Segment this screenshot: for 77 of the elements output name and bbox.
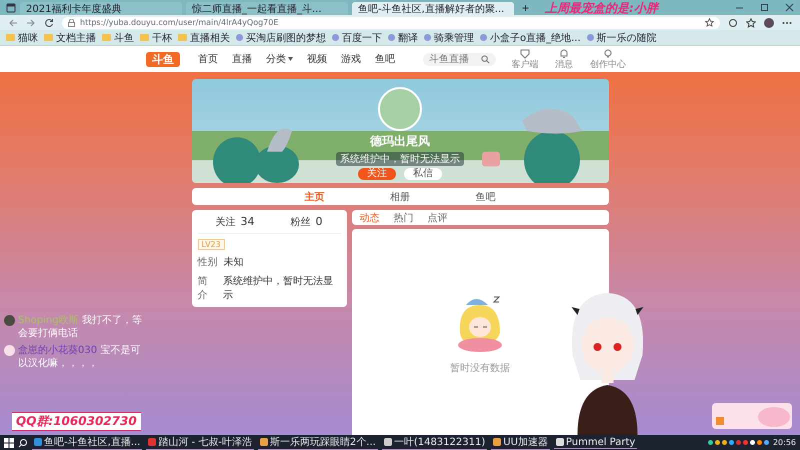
bookmark[interactable]: 买淘店刷图的梦想 bbox=[236, 30, 326, 44]
overlay-caption: 上周最宠盒的是:小胖 bbox=[545, 0, 658, 17]
tray-icons-drawing[interactable] bbox=[708, 440, 769, 445]
bookmark[interactable]: 直播相关 bbox=[178, 30, 230, 44]
profile-avatar bbox=[378, 87, 422, 131]
taskbar-item[interactable]: 鱼吧-斗鱼社区,直播... bbox=[32, 435, 142, 450]
clock: 20:56 bbox=[772, 438, 796, 447]
bookmark[interactable]: 干杯 bbox=[140, 30, 172, 44]
maximize-icon[interactable] bbox=[760, 3, 769, 12]
search-icon[interactable] bbox=[18, 438, 28, 448]
taskbar-item[interactable]: 一叶(1483122311) bbox=[382, 435, 488, 450]
browser-tab[interactable]: 鱼吧-斗鱼社区,直播解好者的聚... bbox=[352, 2, 514, 15]
chat-message: Shoping欧斯 我打不了，等会要打俩电话 bbox=[18, 314, 143, 340]
more-icon[interactable] bbox=[782, 20, 792, 24]
info-value: 未知 bbox=[224, 256, 244, 269]
bookmark[interactable]: 翻译 bbox=[388, 30, 418, 44]
forward-icon[interactable] bbox=[26, 18, 36, 28]
nav-link[interactable]: 视频 bbox=[307, 52, 327, 66]
lock-icon bbox=[68, 18, 75, 26]
profile-tab[interactable]: 相册 bbox=[390, 190, 410, 204]
info-label: 简介 bbox=[198, 275, 208, 302]
bookmark[interactable]: 骑乘管理 bbox=[424, 30, 474, 44]
tab-actions-icon[interactable] bbox=[6, 2, 16, 12]
bookmark[interactable]: 猫咪 bbox=[6, 30, 38, 44]
nav-link[interactable]: 直播 bbox=[232, 52, 252, 66]
nav-icon-label[interactable]: 消息 bbox=[555, 60, 573, 69]
taskbar-item[interactable]: 斯一乐两玩踩眼睛2个... bbox=[258, 435, 378, 450]
message-button[interactable]: 私信 bbox=[404, 168, 442, 180]
profile-bio: 系统维护中，暂时无法显示 bbox=[336, 152, 464, 166]
bookmark[interactable]: 斗鱼 bbox=[102, 30, 134, 44]
circle-icon[interactable] bbox=[728, 18, 738, 28]
chat-avatar bbox=[4, 315, 15, 326]
empty-message: 暂时没有数据 bbox=[450, 362, 510, 375]
chat-avatar bbox=[4, 345, 15, 356]
reload-icon[interactable] bbox=[44, 18, 54, 28]
windows-start-icon[interactable] bbox=[4, 438, 14, 448]
address-field[interactable]: https://yuba.douyu.com/user/main/4lrA4yQog70E bbox=[62, 16, 720, 28]
nav-link[interactable]: 鱼吧 bbox=[375, 52, 395, 66]
bookmark[interactable]: 文档主播 bbox=[44, 30, 96, 44]
taskbar-item[interactable]: 踏山河 - 七叔-叶泽浩 bbox=[146, 435, 254, 450]
level-badge: LV23 bbox=[198, 239, 225, 250]
url-text: https://yuba.douyu.com/user/main/4lrA4yQog70E bbox=[80, 18, 280, 27]
nav-link[interactable]: 首页 bbox=[198, 52, 218, 66]
profile-icon[interactable] bbox=[764, 18, 774, 28]
back-icon[interactable] bbox=[8, 18, 18, 28]
qq-group-banner: QQ群:1060302730 bbox=[12, 412, 141, 431]
taskbar-item[interactable]: UU加速器 bbox=[491, 435, 550, 450]
star-icon[interactable] bbox=[705, 18, 714, 27]
star-icon[interactable] bbox=[746, 18, 756, 28]
nav-icon-label[interactable]: 创作中心 bbox=[590, 60, 626, 69]
shield-icon[interactable] bbox=[520, 48, 530, 58]
stat-label: 粉丝 bbox=[290, 216, 310, 229]
bookmark[interactable]: 百度一下 bbox=[332, 30, 382, 44]
browser-tab[interactable]: 2021福利卡年度盛典 bbox=[20, 2, 182, 15]
feed-tab[interactable]: 点评 bbox=[428, 210, 448, 224]
info-label: 性别 bbox=[198, 256, 218, 269]
bell-icon[interactable] bbox=[559, 48, 569, 58]
bulb-icon[interactable] bbox=[603, 48, 613, 58]
bookmark[interactable]: 斯一乐の随院 bbox=[586, 30, 657, 44]
browser-tab[interactable]: 惊二师直播_一起看直播_斗... bbox=[186, 2, 348, 15]
nav-link[interactable]: 游戏 bbox=[341, 52, 361, 66]
search-field[interactable]: 斗鱼直播 bbox=[423, 52, 496, 66]
bookmark[interactable]: 小盒子o直播_绝地... bbox=[480, 30, 581, 44]
taskbar-item[interactable]: Pummel Party bbox=[554, 436, 638, 448]
profile-name: 德玛出尾风 bbox=[370, 133, 430, 150]
info-value: 系统维护中，暂时无法显示 bbox=[223, 274, 334, 302]
stat-value: 0 bbox=[316, 215, 322, 228]
caret-icon bbox=[288, 57, 293, 61]
new-tab-button[interactable]: + bbox=[518, 0, 534, 14]
stat-value: 34 bbox=[240, 215, 254, 228]
nav-icon-label[interactable]: 客户端 bbox=[512, 60, 538, 69]
nav-link[interactable]: 分类 bbox=[266, 52, 293, 66]
profile-tab[interactable]: 鱼吧 bbox=[476, 190, 496, 204]
stat-label: 关注 bbox=[216, 216, 236, 229]
chat-message: 盒崽的小花葵030 宝不是可以汉化嘛，，，， bbox=[18, 344, 142, 370]
feed-tab[interactable]: 热门 bbox=[394, 210, 414, 224]
close-icon[interactable] bbox=[785, 3, 794, 12]
